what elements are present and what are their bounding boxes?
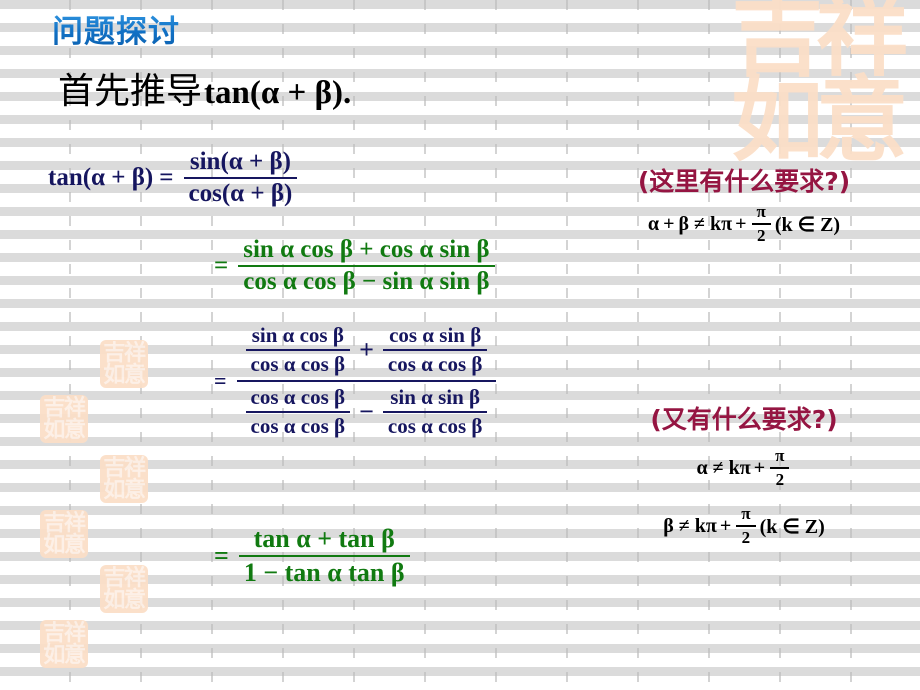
fraction-numerator: sin α cos β + cos α sin β	[243, 236, 490, 263]
fraction-denominator: cos α cos β	[387, 352, 483, 376]
compound-fraction: sin α cos β cos α cos β + cos α sin β co…	[236, 320, 497, 442]
condition-set-membership: (k ∈ Z)	[759, 515, 825, 538]
seal-row-bottom: 如意	[43, 642, 86, 668]
equals-sign: =	[159, 164, 174, 191]
equation-line-4-result: = tan α + tan β 1 − tan α tan β	[214, 524, 413, 588]
fraction-numerator: sin α sin β	[390, 385, 481, 409]
fraction: tan α + tan β 1 − tan α tan β	[238, 524, 410, 588]
fraction-denominator: cos α cos β	[250, 414, 346, 438]
seal-watermark-icon: 吉祥 如意	[40, 510, 88, 558]
lead-statement-math: tan(α + β).	[204, 75, 352, 111]
condition-pi: π	[705, 514, 717, 537]
seal-row-top: 吉祥	[731, 0, 908, 87]
fraction-numerator: cos α sin β	[389, 323, 482, 347]
fraction-numerator: sin α cos β	[251, 323, 344, 347]
page-title: 问题探讨	[52, 6, 180, 51]
equals-sign: =	[214, 252, 229, 279]
lead-statement: 首先推导 tan(α + β).	[58, 62, 351, 114]
condition-k: k	[694, 514, 706, 537]
seal-row-top: 吉祥	[103, 565, 146, 590]
seal-row-top: 吉祥	[43, 395, 86, 420]
fraction-denominator: cos α cos β	[250, 352, 346, 376]
fraction: π 2	[770, 446, 790, 490]
fraction-denominator: cos α cos β − sin α sin β	[243, 268, 490, 295]
annotation-question: (这里有什么要求?)	[637, 167, 851, 196]
fraction: π 2	[736, 504, 756, 548]
compound-denominator: cos α cos β cos α cos β − sin α sin β co…	[237, 382, 497, 442]
operator-plus: +	[719, 514, 732, 537]
condition-k: k	[728, 456, 740, 479]
fraction-numerator: tan α + tan β	[253, 524, 395, 553]
compound-numerator: sin α cos β cos α cos β + cos α sin β co…	[237, 320, 497, 380]
fraction-numerator: π	[741, 504, 751, 523]
operator-not-equal: ≠	[678, 514, 690, 537]
fraction-denominator: 2	[775, 470, 785, 489]
annotation-note-2: (又有什么要求?) α ≠ k π + π 2 β ≠ k π + π 2 (k…	[572, 400, 916, 548]
seal-watermark-icon: 吉祥 如意	[40, 395, 88, 443]
operator-not-equal: ≠	[712, 456, 724, 479]
operator-not-equal: ≠	[694, 212, 706, 235]
seal-row-bottom: 如意	[103, 477, 146, 503]
equals-sign: =	[214, 368, 227, 393]
seal-row-bottom: 如意	[731, 69, 908, 172]
seal-watermark-icon: 吉祥 如意	[100, 340, 148, 388]
fraction-denominator: cos α cos β	[387, 414, 483, 438]
seal-row-top: 吉祥	[43, 620, 86, 645]
seal-watermark-icon: 吉祥 如意	[100, 455, 148, 503]
fraction: sin α cos β cos α cos β	[245, 323, 351, 377]
condition-pi: π	[739, 456, 751, 479]
condition-lhs-alpha: α	[696, 456, 708, 479]
equals-sign: =	[214, 541, 229, 570]
title-bar: 问题探讨	[52, 6, 180, 51]
seal-watermark-icon: 吉祥 如意	[100, 565, 148, 613]
fraction: sin(α + β) cos(α + β)	[183, 148, 298, 208]
equation-line-2: = sin α cos β + cos α sin β cos α cos β …	[214, 236, 498, 296]
equation-line-1: tan(α + β) = sin(α + β) cos(α + β)	[48, 148, 300, 208]
seal-row-bottom: 如意	[43, 417, 86, 443]
operator-plus: +	[753, 456, 766, 479]
condition-set-membership: (k ∈ Z)	[774, 213, 841, 236]
fraction-numerator: π	[775, 446, 785, 465]
fraction-numerator: π	[756, 202, 766, 221]
seal-row-bottom: 如意	[103, 587, 146, 613]
seal-row-top: 吉祥	[43, 510, 86, 535]
fraction-numerator: sin(α + β)	[189, 148, 291, 175]
fraction: cos α sin β cos α cos β	[382, 323, 488, 377]
seal-row-bottom: 如意	[103, 362, 146, 388]
condition-pi: π	[721, 212, 733, 235]
operator-minus: −	[359, 397, 374, 426]
annotation-condition-alpha: α ≠ k π + π 2	[572, 446, 916, 490]
seal-row-top: 吉祥	[103, 455, 146, 480]
seal-row-top: 吉祥	[103, 340, 146, 365]
fraction-denominator: 1 − tan α tan β	[243, 558, 405, 587]
slide-canvas: 吉祥 如意 吉祥 如意 吉祥 如意 吉祥 如意 吉祥 如意 吉祥 如意 吉祥 如…	[0, 0, 920, 690]
operator-plus-2: +	[735, 212, 747, 235]
condition-k: k	[710, 212, 722, 235]
fraction: cos α cos β cos α cos β	[245, 385, 351, 439]
operator-plus: +	[359, 335, 374, 364]
equation-line-3: = sin α cos β cos α cos β + cos α sin β …	[214, 320, 499, 442]
condition-lhs-beta: β	[663, 514, 674, 537]
fraction-denominator: 2	[741, 528, 751, 547]
fraction-denominator: 2	[756, 226, 766, 245]
annotation-question: (又有什么要求?)	[650, 405, 838, 434]
seal-watermark-icon: 吉祥 如意	[40, 620, 88, 668]
seal-row-bottom: 如意	[43, 532, 86, 558]
fraction-numerator: cos α cos β	[250, 385, 346, 409]
fraction: π 2	[751, 202, 771, 246]
annotation-note-1: (这里有什么要求?) α + β ≠ k π + π 2 (k ∈ Z)	[572, 162, 916, 246]
fraction-denominator: cos(α + β)	[188, 180, 293, 207]
equation-lhs: tan(α + β)	[48, 164, 154, 191]
fraction: sin α cos β + cos α sin β cos α cos β − …	[238, 236, 495, 296]
operator-plus: +	[663, 212, 675, 235]
fraction: sin α sin β cos α cos β	[382, 385, 488, 439]
lead-statement-cn: 首先推导	[58, 71, 203, 112]
seal-watermark-icon: 吉祥 如意	[712, 0, 920, 174]
annotation-condition-beta: β ≠ k π + π 2 (k ∈ Z)	[572, 504, 916, 548]
condition-lhs-alpha: α	[647, 212, 660, 235]
condition-lhs-beta: β	[678, 212, 690, 235]
annotation-condition: α + β ≠ k π + π 2 (k ∈ Z)	[572, 202, 916, 246]
